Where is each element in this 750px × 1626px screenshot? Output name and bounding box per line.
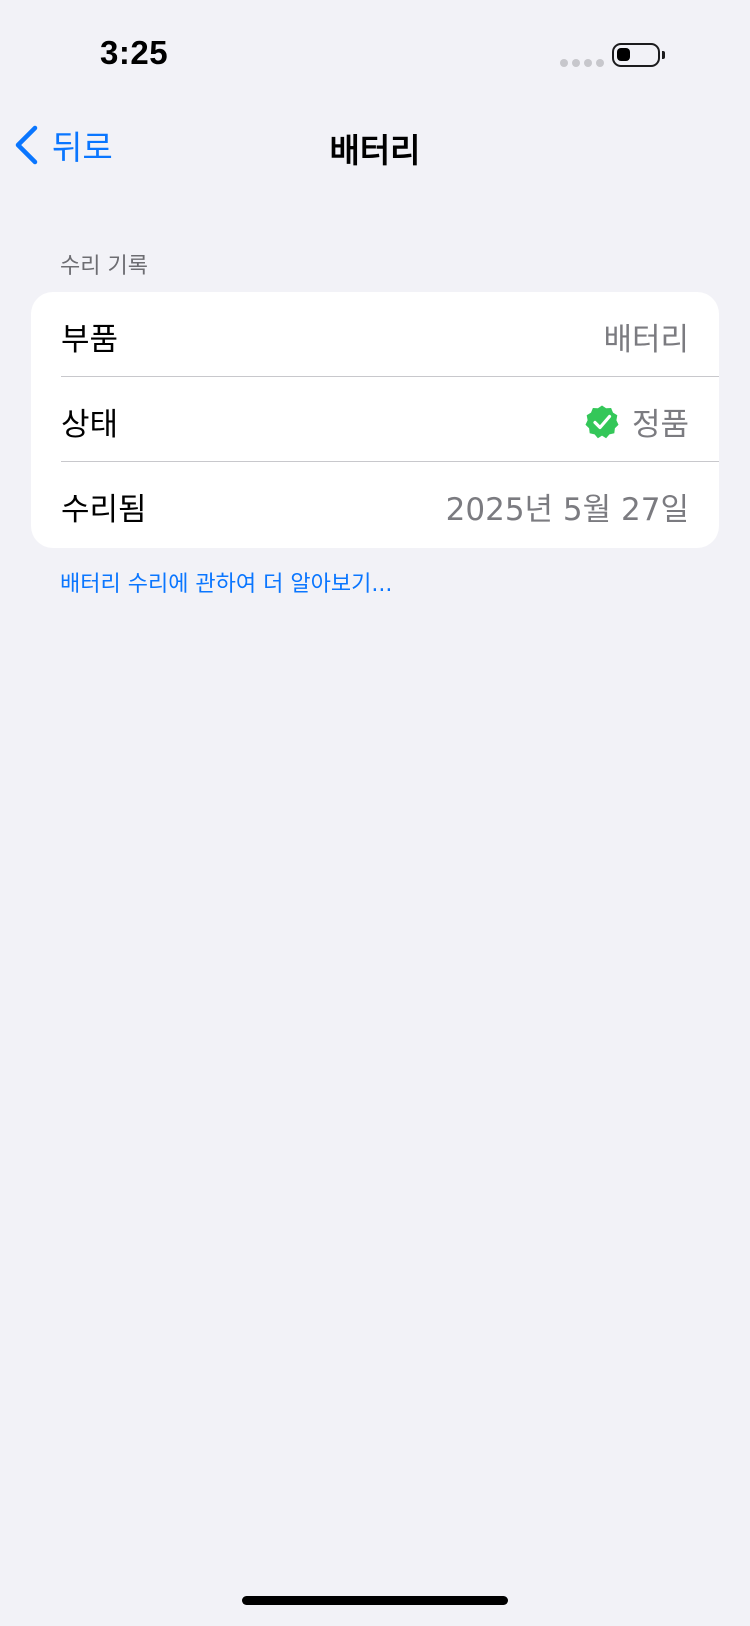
cellular-signal-icon	[560, 59, 604, 67]
battery-icon	[612, 43, 660, 67]
status-value-text: 정품	[631, 407, 689, 443]
row-part: 부품 배터리	[31, 292, 719, 377]
status-bar: 3:25	[0, 0, 750, 100]
navigation-bar: 뒤로 배터리	[0, 110, 750, 180]
status-time: 3:25	[100, 34, 169, 71]
row-value-part: 배터리	[603, 322, 689, 358]
row-label-status: 상태	[61, 407, 119, 443]
battery-cap	[662, 51, 665, 59]
row-value-repaired-date: 2025년 5월 27일	[445, 492, 689, 528]
row-value-status: 정품	[584, 399, 689, 444]
row-label-part: 부품	[61, 322, 119, 358]
page-title: 배터리	[329, 131, 421, 170]
row-status: 상태 정품	[31, 377, 719, 462]
learn-more-link[interactable]: 배터리 수리에 관하여 더 알아보기...	[60, 566, 392, 598]
home-indicator[interactable]	[242, 1596, 508, 1605]
row-label-repaired: 수리됨	[61, 492, 147, 528]
repair-history-card: 부품 배터리 상태 정품 수리됨 2025년 5월 27일	[31, 292, 719, 548]
verified-checkmark-icon	[585, 405, 619, 438]
section-header-repair-history: 수리 기록	[60, 254, 148, 279]
row-repaired: 수리됨 2025년 5월 27일	[31, 462, 719, 547]
